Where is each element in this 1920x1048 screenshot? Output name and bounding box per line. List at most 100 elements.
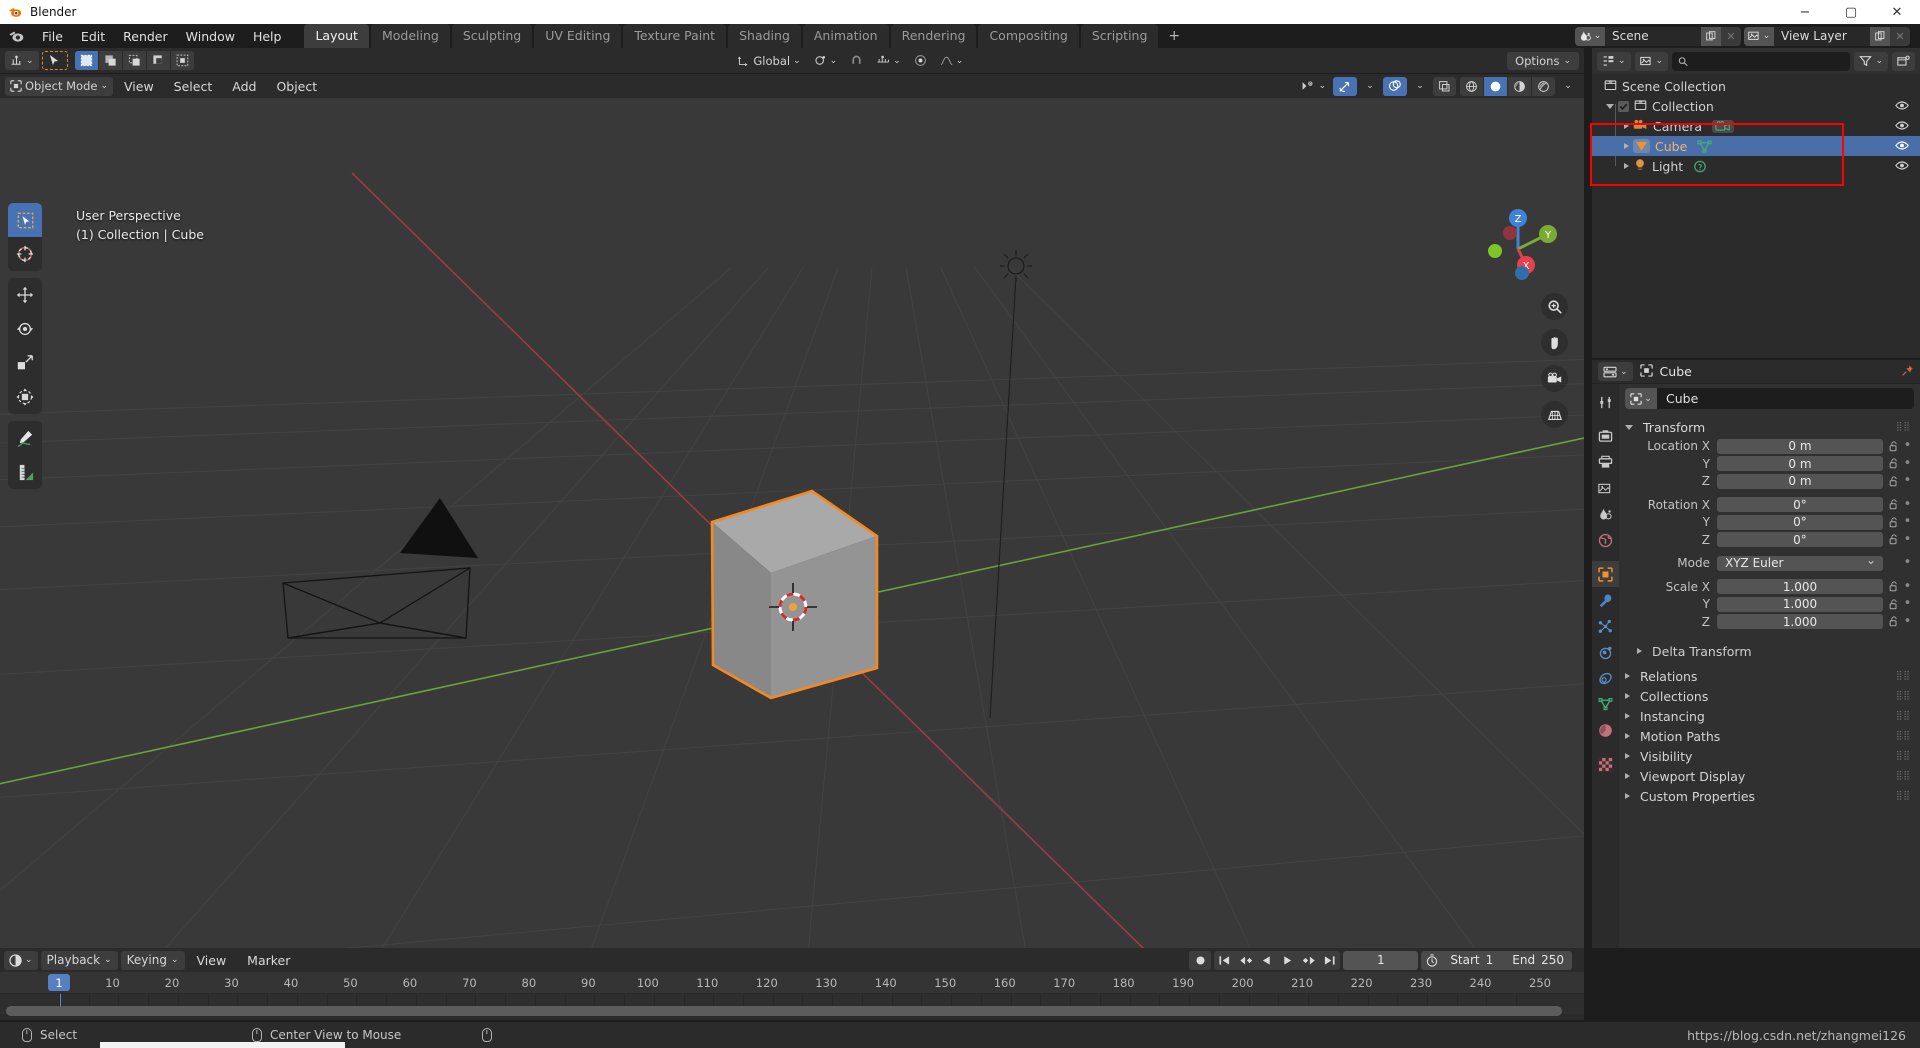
3d-viewport-canvas[interactable]: User Perspective (1) Collection | Cube Z… bbox=[0, 98, 1584, 948]
visibility-eye-icon[interactable] bbox=[1895, 159, 1909, 174]
stopwatch-icon[interactable] bbox=[1421, 953, 1443, 967]
measure-tool-button[interactable] bbox=[8, 455, 42, 489]
drag-handle-dots[interactable]: ⣿⣿ bbox=[1896, 731, 1911, 740]
workspace-tab-sculpting[interactable]: Sculpting bbox=[451, 24, 533, 48]
viewport-menu-add[interactable]: Add bbox=[223, 77, 265, 96]
scale-y-value[interactable]: 1.000 bbox=[1717, 596, 1883, 612]
timeline-horizontal-scrollbar[interactable] bbox=[6, 1006, 1562, 1016]
light-data-icon[interactable] bbox=[1693, 160, 1707, 173]
animate-property-dot[interactable]: • bbox=[1901, 474, 1914, 487]
scene-selector[interactable]: ⌄ Scene ✕ bbox=[1575, 26, 1741, 46]
solid-shading-button[interactable] bbox=[1484, 76, 1507, 96]
section-custom-properties[interactable]: Custom Properties ⣿⣿ bbox=[1625, 786, 1914, 806]
new-collection-button[interactable] bbox=[1892, 51, 1915, 71]
view-layer-selector[interactable]: ⌄ View Layer ✕ bbox=[1744, 26, 1910, 46]
chevron-right-icon[interactable] bbox=[1624, 163, 1629, 169]
play-reverse-button[interactable] bbox=[1256, 951, 1277, 970]
outliner-editor-type-selector[interactable]: ⌄ bbox=[1597, 51, 1631, 71]
workspace-tab-texture-paint[interactable]: Texture Paint bbox=[623, 24, 727, 48]
chevron-right-icon[interactable] bbox=[1624, 123, 1629, 129]
object-name-value[interactable]: Cube bbox=[1657, 391, 1698, 406]
workspace-tab-modeling[interactable]: Modeling bbox=[370, 24, 450, 48]
section-relations[interactable]: Relations ⣿⣿ bbox=[1625, 666, 1914, 686]
remove-view-layer-button[interactable]: ✕ bbox=[1890, 26, 1910, 46]
object-type-visibility-selector[interactable]: ⌄ bbox=[1296, 77, 1331, 96]
xray-toggle[interactable] bbox=[1433, 76, 1456, 96]
properties-tab-physics[interactable] bbox=[1592, 639, 1619, 665]
close-button[interactable]: ✕ bbox=[1874, 0, 1920, 24]
select-set-button[interactable] bbox=[74, 51, 98, 70]
keying-menu[interactable]: Keying ⌄ bbox=[120, 950, 185, 970]
rotate-tool-button[interactable] bbox=[8, 312, 42, 346]
camera-view-icon[interactable] bbox=[1541, 365, 1568, 392]
location-z-value[interactable]: 0 m bbox=[1717, 473, 1883, 489]
blender-menu-logo-icon[interactable] bbox=[8, 28, 26, 44]
properties-tab-particles[interactable] bbox=[1592, 613, 1619, 639]
rotation-y-value[interactable]: 0° bbox=[1717, 514, 1883, 530]
current-frame-field[interactable]: 1 bbox=[1343, 950, 1419, 970]
jump-to-start-button[interactable] bbox=[1214, 951, 1235, 970]
section-viewport-display[interactable]: Viewport Display ⣿⣿ bbox=[1625, 766, 1914, 786]
show-gizmo-toggle[interactable] bbox=[1333, 76, 1357, 96]
properties-tab-world[interactable] bbox=[1592, 527, 1619, 553]
transform-tool-button[interactable] bbox=[8, 380, 42, 414]
view-axis-gizmo[interactable]: Z Y X bbox=[1472, 203, 1564, 295]
timeline-menu-view[interactable]: View bbox=[188, 951, 236, 970]
move-tool-button[interactable] bbox=[8, 278, 42, 312]
drag-handle-dots[interactable]: ⣿⣿ bbox=[1896, 422, 1911, 431]
unlink-scene-button[interactable]: ✕ bbox=[1721, 26, 1741, 46]
outliner-display-mode-selector[interactable]: ⌄ bbox=[1634, 51, 1669, 71]
pan-hand-icon[interactable] bbox=[1541, 329, 1568, 356]
snap-magnet-icon[interactable] bbox=[845, 51, 868, 70]
animate-property-dot[interactable]: • bbox=[1901, 533, 1914, 546]
select-subtract-button[interactable] bbox=[122, 51, 146, 70]
outliner-filter-button[interactable]: ⌄ bbox=[1854, 51, 1888, 71]
rotation-x-value[interactable]: 0° bbox=[1717, 497, 1883, 512]
jump-to-end-button[interactable] bbox=[1319, 951, 1340, 970]
transform-orientation-selector[interactable]: Global ⌄ bbox=[732, 51, 805, 70]
proportional-editing-toggle[interactable] bbox=[909, 51, 932, 70]
properties-tab-tool[interactable] bbox=[1592, 389, 1619, 415]
workspace-tab-layout[interactable]: Layout bbox=[304, 24, 369, 48]
animate-property-dot[interactable]: • bbox=[1901, 515, 1914, 528]
zoom-icon[interactable] bbox=[1541, 293, 1568, 320]
animate-property-dot[interactable]: • bbox=[1901, 597, 1914, 610]
maximize-button[interactable]: ▢ bbox=[1828, 0, 1874, 24]
add-workspace-button[interactable]: + bbox=[1160, 25, 1188, 47]
delta-transform-section[interactable]: Delta Transform bbox=[1625, 641, 1914, 661]
chevron-right-icon[interactable] bbox=[1624, 143, 1629, 149]
playback-menu[interactable]: Playback ⌄ bbox=[40, 950, 118, 970]
drag-handle-dots[interactable]: ⣿⣿ bbox=[1896, 711, 1911, 720]
location-y-value[interactable]: 0 m bbox=[1717, 456, 1883, 471]
scene-icon[interactable]: ⌄ bbox=[1575, 26, 1605, 46]
outliner-search-box[interactable] bbox=[1672, 51, 1851, 71]
viewport-menu-select[interactable]: Select bbox=[165, 77, 222, 96]
animate-property-dot[interactable]: • bbox=[1901, 457, 1914, 470]
lock-icon[interactable] bbox=[1886, 534, 1901, 545]
properties-tab-scene[interactable] bbox=[1592, 501, 1619, 527]
animate-property-dot[interactable]: • bbox=[1901, 498, 1914, 511]
lock-icon[interactable] bbox=[1886, 458, 1901, 469]
section-motion-paths[interactable]: Motion Paths ⣿⣿ bbox=[1625, 726, 1914, 746]
cursor-tool-button[interactable] bbox=[8, 237, 42, 271]
menu-help[interactable]: Help bbox=[244, 27, 291, 46]
object-name-field[interactable]: ⌄ Cube bbox=[1625, 388, 1914, 409]
play-button[interactable] bbox=[1277, 951, 1298, 970]
transform-panel-header[interactable]: Transform ⣿⣿ bbox=[1625, 416, 1914, 438]
workspace-tab-animation[interactable]: Animation bbox=[802, 24, 889, 48]
outliner-row-cube[interactable]: Cube bbox=[1592, 136, 1920, 156]
select-invert-button[interactable] bbox=[146, 51, 170, 70]
proportional-falloff-selector[interactable]: ⌄ bbox=[935, 51, 969, 70]
workspace-tab-rendering[interactable]: Rendering bbox=[890, 24, 977, 48]
select-extend-button[interactable] bbox=[98, 51, 122, 70]
properties-tab-material[interactable] bbox=[1592, 717, 1619, 743]
menu-render[interactable]: Render bbox=[114, 27, 177, 46]
shading-options-dropdown[interactable]: ⌄ bbox=[1557, 77, 1579, 96]
outliner-row-camera[interactable]: Camera bbox=[1592, 116, 1920, 136]
lock-icon[interactable] bbox=[1886, 516, 1901, 528]
viewport-menu-view[interactable]: View bbox=[115, 77, 163, 96]
lock-icon[interactable] bbox=[1886, 475, 1901, 487]
outliner-row-scene-collection[interactable]: Scene Collection bbox=[1592, 76, 1920, 96]
rendered-shading-button[interactable] bbox=[1532, 76, 1555, 96]
drag-handle-dots[interactable]: ⣿⣿ bbox=[1896, 671, 1911, 680]
